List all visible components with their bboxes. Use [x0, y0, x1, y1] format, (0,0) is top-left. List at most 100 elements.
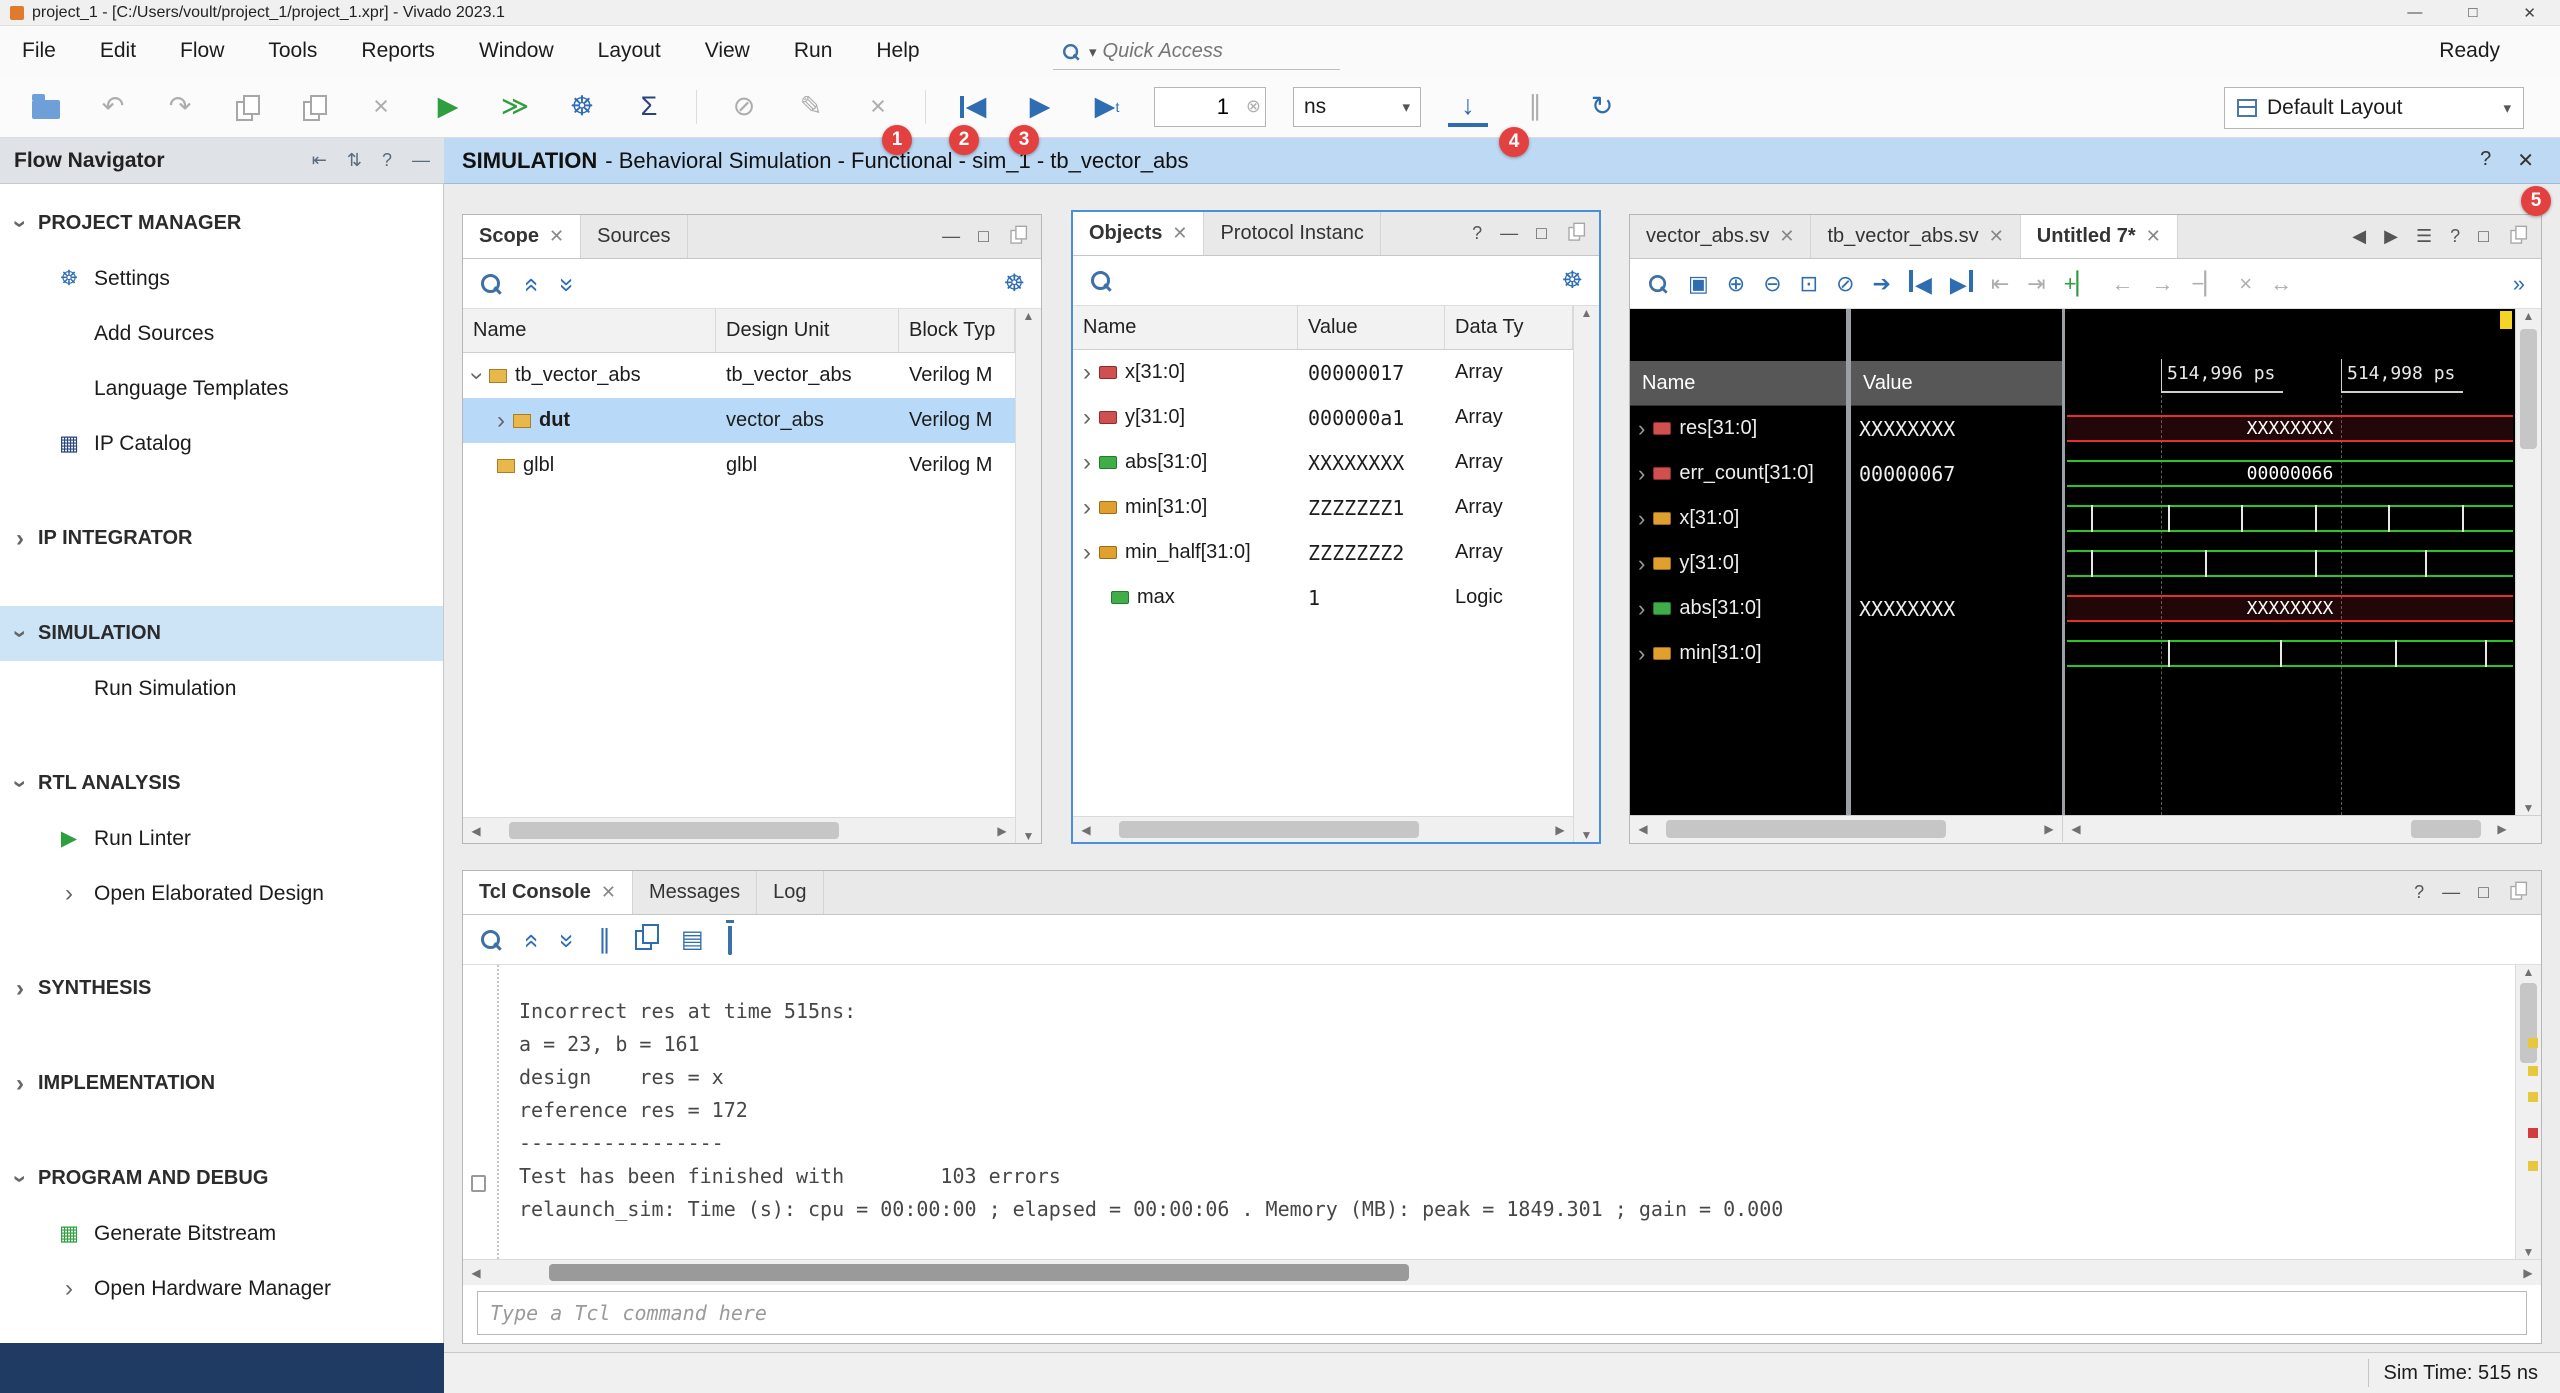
menu-window[interactable]: Window	[457, 26, 576, 76]
insert-divider-icon[interactable]: ⇥	[2027, 271, 2045, 297]
maximize-icon[interactable]: □	[2478, 226, 2489, 247]
vertical-scrollbar[interactable]: ▲ ▼	[2515, 965, 2541, 1259]
column-data-type[interactable]: Data Ty	[1445, 306, 1573, 349]
section-implementation[interactable]: › IMPLEMENTATION	[0, 1056, 443, 1111]
sidebar-item-open-hardware-manager[interactable]: › Open Hardware Manager	[0, 1261, 443, 1316]
scroll-left-icon[interactable]: ◀	[2063, 822, 2089, 836]
run-for-time-icon[interactable]: ▶t	[1087, 87, 1127, 127]
sidebar-item-generate-bitstream[interactable]: ▦ Generate Bitstream	[0, 1206, 443, 1261]
swap-icon[interactable]: ⇤	[1991, 271, 2009, 297]
disabled-validate-icon[interactable]: ⊘	[724, 87, 764, 127]
disabled-cancel-icon[interactable]: ×	[858, 87, 898, 127]
tab-messages[interactable]: Messages	[633, 871, 757, 914]
maximize-icon[interactable]: □	[978, 226, 989, 247]
menu-flow[interactable]: Flow	[158, 26, 246, 76]
chevron-right-icon[interactable]: ›	[1083, 361, 1091, 385]
section-synthesis[interactable]: › SYNTHESIS	[0, 961, 443, 1016]
zoom-out-icon[interactable]: ⊖	[1763, 271, 1781, 297]
sidebar-item-open-elaborated-design[interactable]: › Open Elaborated Design	[0, 866, 443, 921]
scroll-up-icon[interactable]: ▲	[2516, 309, 2542, 323]
search-icon[interactable]	[479, 928, 503, 952]
dock-icon[interactable]: ⇤	[312, 150, 327, 171]
chevron-right-icon[interactable]: ›	[16, 977, 24, 1001]
error-mark[interactable]	[2528, 1128, 2538, 1138]
tab-scope[interactable]: Scope ✕	[463, 215, 581, 258]
chevron-down-icon[interactable]: ›	[8, 1175, 32, 1183]
table-row[interactable]: max 1 Logic	[1073, 575, 1573, 620]
menu-run[interactable]: Run	[772, 26, 855, 76]
time-unit-dropdown[interactable]: ns ▾	[1293, 87, 1421, 127]
window-minimize-button[interactable]: —	[2407, 4, 2422, 22]
collapse-all-icon[interactable]: «	[517, 934, 548, 945]
wave-row[interactable]	[2065, 631, 2515, 676]
chevron-right-icon[interactable]: ›	[65, 882, 73, 906]
horizontal-scrollbar[interactable]: ◀ ▶	[463, 1259, 2541, 1285]
paste-icon[interactable]	[294, 87, 334, 127]
tab-tcl-console[interactable]: Tcl Console ✕	[463, 871, 633, 914]
report-sigma-icon[interactable]: Σ	[629, 87, 669, 127]
close-icon[interactable]: ✕	[1172, 223, 1187, 244]
word-wrap-icon[interactable]: ▤	[681, 925, 704, 954]
console-lines[interactable]: Incorrect res at time 515ns: a = 23, b =…	[499, 965, 2515, 1259]
remove-signal-icon[interactable]: −▏	[2191, 271, 2221, 297]
chevron-right-icon[interactable]: ›	[1083, 496, 1091, 520]
column-value[interactable]: Value	[1298, 306, 1445, 349]
scroll-right-icon[interactable]: ▶	[2515, 1266, 2541, 1280]
section-ip-integrator[interactable]: › IP INTEGRATOR	[0, 511, 443, 566]
minimize-icon[interactable]: ―	[942, 226, 960, 247]
wave-row[interactable]	[2065, 541, 2515, 586]
collapse-all-icon[interactable]: «	[517, 278, 548, 289]
tab-log[interactable]: Log	[757, 871, 823, 914]
section-project-manager[interactable]: › PROJECT MANAGER	[0, 196, 443, 251]
help-icon[interactable]: ?	[382, 150, 392, 171]
marker-flag[interactable]	[2500, 311, 2512, 329]
help-icon[interactable]: ?	[2480, 148, 2491, 173]
table-row[interactable]: glbl glbl Verilog M	[463, 443, 1015, 488]
quick-access-input[interactable]	[1103, 40, 1303, 63]
sidebar-item-language-templates[interactable]: Language Templates	[0, 361, 443, 416]
fit-width-icon[interactable]: ↔	[2270, 271, 2292, 297]
delete-icon[interactable]: ×	[361, 87, 401, 127]
wave-row[interactable]	[2065, 496, 2515, 541]
menu-layout[interactable]: Layout	[576, 26, 683, 76]
sidebar-item-run-linter[interactable]: ▶ Run Linter	[0, 811, 443, 866]
wave-canvas[interactable]: 514,996 ps 514,998 ps XXXXXXXX 00000066	[2065, 309, 2515, 815]
redo-icon[interactable]: ↷	[160, 87, 200, 127]
float-icon[interactable]	[2507, 878, 2529, 907]
close-simulation-icon[interactable]: ✕	[2517, 148, 2534, 173]
minimize-icon[interactable]: ―	[412, 150, 430, 171]
tab-list-icon[interactable]: ☰	[2416, 226, 2432, 247]
layout-selector[interactable]: Default Layout ▾	[2224, 87, 2524, 129]
sim-time-field[interactable]: ⊗	[1154, 87, 1266, 127]
expand-collapse-icon[interactable]: ⇅	[347, 150, 362, 171]
column-name[interactable]: Name	[1630, 361, 1846, 406]
scroll-left-icon[interactable]: ◀	[1073, 823, 1099, 837]
chevron-right-icon[interactable]: ›	[1638, 463, 1645, 485]
clear-console-icon[interactable]	[728, 926, 732, 954]
warning-mark[interactable]	[2528, 1161, 2538, 1171]
tab-vector-abs-sv[interactable]: vector_abs.sv ✕	[1630, 215, 1811, 258]
clear-field-icon[interactable]: ⊗	[1246, 96, 1261, 117]
pause-output-icon[interactable]: ∥	[598, 924, 611, 955]
wave-signal-row[interactable]: ›min[31:0]	[1630, 631, 1846, 676]
undo-icon[interactable]: ↶	[93, 87, 133, 127]
warning-mark[interactable]	[2528, 1092, 2538, 1102]
close-icon[interactable]: ✕	[1779, 226, 1794, 247]
tab-scroll-right-icon[interactable]: ▶	[2384, 226, 2398, 247]
section-simulation[interactable]: › SIMULATION	[0, 606, 443, 661]
tab-tb-vector-abs-sv[interactable]: tb_vector_abs.sv ✕	[1811, 215, 2020, 258]
search-icon[interactable]	[479, 272, 503, 296]
vertical-scrollbar[interactable]: ▲ ▼	[1015, 309, 1041, 843]
crosshair-icon[interactable]: ⊘	[1836, 271, 1854, 297]
warning-mark[interactable]	[2528, 1066, 2538, 1076]
tab-objects[interactable]: Objects ✕	[1073, 212, 1204, 255]
section-program-and-debug[interactable]: › PROGRAM AND DEBUG	[0, 1151, 443, 1206]
sidebar-item-settings[interactable]: ☸ Settings	[0, 251, 443, 306]
column-name[interactable]: Name	[1073, 306, 1298, 349]
zoom-in-icon[interactable]: ⊕	[1727, 271, 1745, 297]
table-row[interactable]: ›dut vector_abs Verilog M	[463, 398, 1015, 443]
chevron-right-icon[interactable]: ›	[1638, 553, 1645, 575]
sidebar-item-ip-catalog[interactable]: ▦ IP Catalog	[0, 416, 443, 471]
sidebar-item-add-sources[interactable]: Add Sources	[0, 306, 443, 361]
search-icon[interactable]	[1089, 269, 1113, 293]
